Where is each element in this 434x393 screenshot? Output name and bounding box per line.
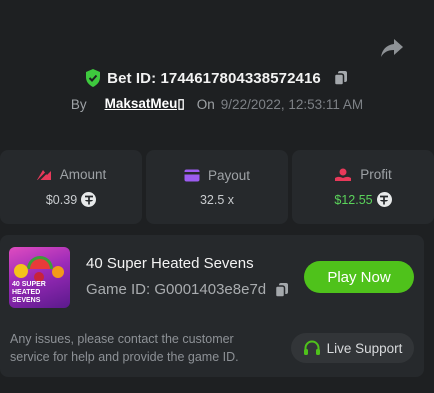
profit-hand-icon <box>335 168 352 181</box>
bet-id-label: Bet ID: 1744617804338572416 <box>107 69 321 87</box>
stat-amount: Amount $0.39 <box>0 150 142 224</box>
verified-shield-icon <box>86 69 101 87</box>
game-thumbnail[interactable]: 40 SUPER HEATED SEVENS <box>9 247 70 308</box>
copy-game-id-icon[interactable] <box>274 282 290 298</box>
live-support-button[interactable]: Live Support <box>291 333 414 363</box>
stat-profit: Profit $12.55 <box>292 150 434 224</box>
stat-profit-value: $12.55 <box>334 192 373 207</box>
stat-payout-value: 32.5 x <box>199 192 235 207</box>
live-support-label: Live Support <box>326 340 403 356</box>
on-label: On <box>196 96 215 112</box>
bet-timestamp: 9/22/2022, 12:53:11 AM <box>220 96 364 112</box>
tether-icon <box>376 192 392 207</box>
stat-payout: Payout 32.5 x <box>146 150 288 224</box>
username-link[interactable]: MaksatMeu▯ <box>105 96 185 112</box>
game-title: 40 Super Heated Sevens <box>86 255 254 272</box>
stat-amount-value: $0.39 <box>45 192 78 207</box>
game-thumbnail-text: 40 SUPER HEATED SEVENS <box>12 281 46 304</box>
by-label: By <box>70 96 87 112</box>
stat-amount-label: Amount <box>59 167 107 182</box>
payout-card-icon <box>184 169 200 181</box>
play-now-button[interactable]: Play Now <box>304 261 414 293</box>
copy-bet-id-icon[interactable] <box>333 70 349 86</box>
game-id-label: Game ID: G0001403e8e7d <box>86 281 267 298</box>
headset-icon <box>303 340 320 355</box>
tether-icon <box>81 192 97 207</box>
bet-stats: Amount $0.39 Payout 32.5 x Profit $12.55 <box>0 150 434 224</box>
game-id-row: Game ID: G0001403e8e7d <box>86 281 290 298</box>
stat-profit-label: Profit <box>360 167 392 182</box>
bet-author-row: By MaksatMeu▯ On 9/22/2022, 12:53:11 AM <box>0 94 434 114</box>
bet-amount-icon <box>36 167 51 182</box>
support-note: Any issues, please contact the customer … <box>10 332 239 364</box>
bet-id-row: Bet ID: 1744617804338572416 <box>0 66 434 90</box>
share-icon[interactable] <box>380 38 404 58</box>
game-card: 40 SUPER HEATED SEVENS 40 Super Heated S… <box>0 235 424 377</box>
stat-payout-label: Payout <box>207 167 251 183</box>
